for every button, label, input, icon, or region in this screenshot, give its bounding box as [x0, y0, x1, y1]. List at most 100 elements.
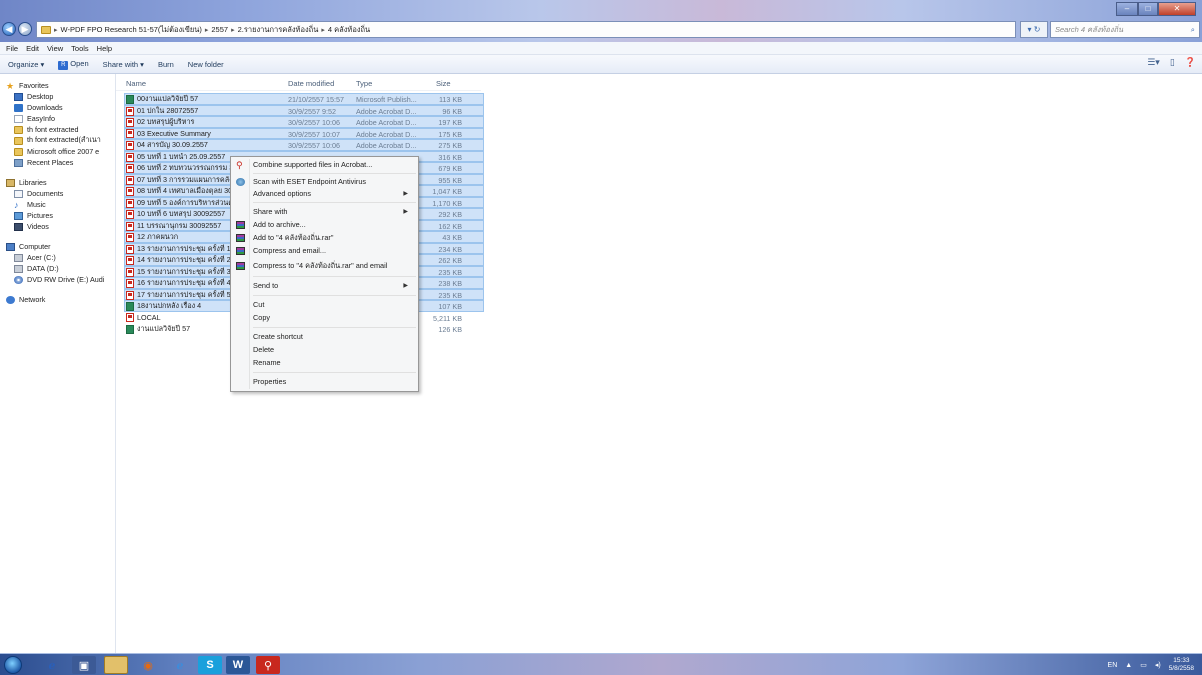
internet-explorer-icon[interactable]: ℯ — [168, 656, 192, 674]
menu-item-add-to-rar[interactable]: Add to "4 คลังท้องถิ่น.rar" — [233, 232, 416, 244]
breadcrumb-item[interactable]: 2557 — [211, 25, 228, 34]
explorer-taskbar-icon[interactable] — [104, 656, 128, 674]
nav-item-pictures[interactable]: Pictures — [0, 210, 115, 221]
nav-item-dvd-drive[interactable]: DVD RW Drive (E:) Audi — [0, 274, 115, 285]
maximize-button[interactable]: □ — [1138, 2, 1158, 16]
organize-button[interactable]: Organize ▾ — [8, 60, 44, 69]
menu-view[interactable]: View — [47, 44, 63, 53]
help-icon[interactable]: ❓ — [1185, 57, 1196, 68]
address-bar[interactable]: ▸ W-PDF FPO Research 51-57(ไม่ต้องเขียน)… — [36, 21, 1016, 38]
nav-computer[interactable]: Computer — [0, 241, 115, 252]
menu-item-copy[interactable]: Copy — [233, 312, 416, 324]
pdf-file-icon — [126, 221, 134, 231]
start-button[interactable] — [4, 656, 22, 674]
search-input[interactable]: Search 4 คลังท้องถิ่น ⌕ — [1050, 21, 1200, 38]
ie-pin-icon[interactable]: ℯ — [40, 656, 64, 674]
menu-item-share-with[interactable]: Share with ▶ — [233, 206, 416, 218]
file-row[interactable]: 01 ปกใน 28072557 30/9/2557 9:52 Adobe Acro… — [124, 104, 484, 116]
column-header-type[interactable]: Type — [356, 76, 372, 90]
column-header-name[interactable]: Name — [126, 76, 146, 90]
refresh-button[interactable]: ▾ ↻ — [1020, 21, 1048, 38]
file-size: 197 KB — [438, 118, 462, 127]
view-options-icon[interactable]: ☰▾ — [1147, 57, 1160, 68]
menu-item-create-shortcut[interactable]: Create shortcut — [233, 331, 416, 343]
menu-item-rename[interactable]: Rename — [233, 357, 416, 369]
nav-network[interactable]: Network — [0, 294, 115, 305]
nav-favorites[interactable]: ★ Favorites — [0, 80, 115, 91]
share-with-button[interactable]: Share with ▾ — [103, 60, 144, 69]
file-row[interactable]: 03 Executive Summary 30/9/2557 10:07 Adobe… — [124, 127, 484, 139]
file-size: 96 KB — [442, 106, 462, 116]
folder-icon — [14, 125, 23, 134]
folder-icon — [14, 136, 23, 145]
file-row[interactable]: 02 บทสรุปผู้บริหาร 30/9/2557 10:06 Adobe A… — [124, 116, 484, 128]
file-size: 43 KB — [442, 233, 462, 242]
file-name: 04 สารบัญ 30.09.2557 — [137, 140, 208, 149]
chevron-right-icon: ▸ — [54, 26, 58, 34]
file-size: 235 KB — [438, 290, 462, 300]
open-button[interactable]: R Open — [58, 59, 89, 70]
menu-item-combine-acrobat[interactable]: ⚲ Combine supported files in Acrobat... — [233, 159, 416, 171]
preview-pane-icon[interactable]: ▯ — [1170, 57, 1175, 68]
volume-icon[interactable]: ◂) — [1155, 661, 1161, 669]
menu-item-scan-eset[interactable]: Scan with ESET Endpoint Antivirus — [233, 176, 416, 188]
menu-tools[interactable]: Tools — [71, 44, 89, 53]
skype-icon[interactable]: S — [198, 656, 222, 674]
nav-item-downloads[interactable]: Downloads — [0, 102, 115, 113]
new-folder-button[interactable]: New folder — [188, 60, 224, 69]
nav-item-recent-places[interactable]: Recent Places — [0, 157, 115, 168]
nav-item-th-font-copy[interactable]: th font extracted(สำเนา — [0, 135, 115, 146]
burn-button[interactable]: Burn — [158, 60, 174, 69]
language-indicator[interactable]: EN — [1108, 662, 1118, 669]
nav-item-easyinfo[interactable]: EasyInfo — [0, 113, 115, 124]
pdf-file-icon — [126, 118, 134, 127]
acrobat-taskbar-icon[interactable]: ⚲ — [256, 656, 280, 674]
nav-item-drive-c[interactable]: Acer (C:) — [0, 252, 115, 263]
chrome-icon[interactable]: ◉ — [136, 656, 160, 674]
column-header-size[interactable]: Size — [436, 76, 451, 90]
clock[interactable]: 15:33 5/8/2558 — [1169, 657, 1194, 673]
menu-item-cut[interactable]: Cut — [233, 299, 416, 311]
file-size: 162 KB — [438, 221, 462, 231]
minimize-button[interactable]: – — [1116, 2, 1138, 16]
breadcrumb-item[interactable]: 2.รายงานการคลังท้องถิ่น — [238, 24, 319, 36]
file-size: 234 KB — [438, 244, 462, 254]
menu-item-advanced-options[interactable]: Advanced options ▶ — [233, 188, 416, 200]
menu-file[interactable]: File — [6, 44, 18, 53]
search-icon[interactable]: ⌕ — [1191, 25, 1195, 35]
nav-item-documents[interactable]: Documents — [0, 188, 115, 199]
menu-item-compress-rar-email[interactable]: Compress to "4 คลังท้องถิ่น.rar" and ema… — [233, 260, 416, 272]
nav-item-th-font[interactable]: th font extracted — [0, 124, 115, 135]
menu-item-add-to-archive[interactable]: Add to archive... — [233, 219, 416, 231]
file-row[interactable]: 00งานแปลวิจัยปี 57 21/10/2557 15:57 Micros… — [124, 93, 484, 105]
pdf-file-icon — [126, 187, 134, 196]
close-button[interactable]: ✕ — [1158, 2, 1196, 16]
file-name-cell: 02 บทสรุปผู้บริหาร — [126, 117, 276, 128]
menu-item-compress-email[interactable]: Compress and email... — [233, 245, 416, 257]
word-icon[interactable]: W — [226, 656, 250, 674]
menu-edit[interactable]: Edit — [26, 44, 39, 53]
nav-item-ms-office[interactable]: Microsoft office 2007 e — [0, 146, 115, 157]
menu-help[interactable]: Help — [97, 44, 112, 53]
nav-item-music[interactable]: ♪ Music — [0, 199, 115, 210]
back-button[interactable]: ◀ — [2, 22, 16, 36]
forward-button[interactable]: ▶ — [18, 22, 32, 36]
menu-item-properties[interactable]: Properties — [233, 376, 416, 388]
nav-libraries[interactable]: Libraries — [0, 177, 115, 188]
file-size: 175 KB — [438, 129, 462, 139]
column-header-date[interactable]: Date modified — [288, 76, 334, 90]
nav-item-videos[interactable]: Videos — [0, 221, 115, 232]
media-center-icon[interactable]: ▣ — [72, 656, 96, 674]
file-size: 316 KB — [438, 152, 462, 162]
nav-item-desktop[interactable]: Desktop — [0, 91, 115, 102]
file-row[interactable]: 04 สารบัญ 30.09.2557 30/9/2557 10:06 Adobe… — [124, 139, 484, 151]
navigation-pane: ★ Favorites Desktop Downloads EasyInfo th… — [0, 74, 116, 653]
file-name: 07 บทที่ 3 การรวมแผนการคลัง — [137, 174, 233, 184]
nav-item-drive-d[interactable]: DATA (D:) — [0, 263, 115, 274]
menu-item-send-to[interactable]: Send to ▶ — [233, 280, 416, 292]
tray-expand-icon[interactable]: ▲ — [1125, 662, 1132, 669]
menu-item-delete[interactable]: Delete — [233, 344, 416, 356]
network-tray-icon[interactable]: ▭ — [1140, 661, 1147, 669]
breadcrumb-item[interactable]: W-PDF FPO Research 51-57(ไม่ต้องเขียน) — [61, 24, 202, 36]
breadcrumb-item[interactable]: 4 คลังท้องถิ่น — [328, 24, 370, 36]
